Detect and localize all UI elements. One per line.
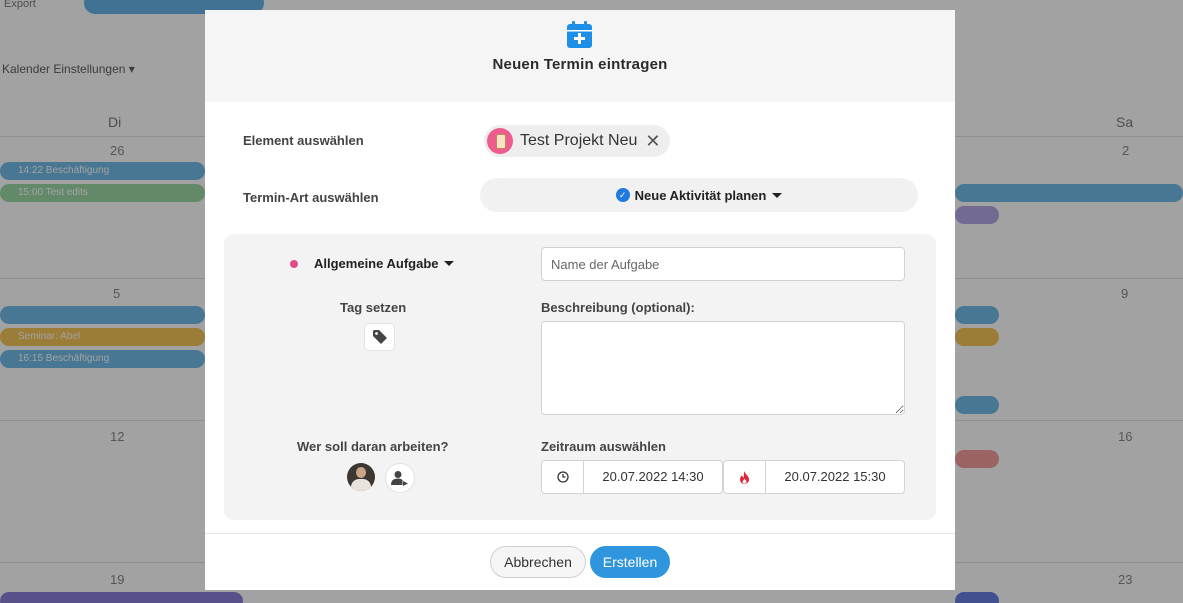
task-panel: Allgemeine Aufgabe Tag setzen Beschreibu… bbox=[224, 234, 936, 520]
tag-icon bbox=[372, 330, 387, 344]
check-circle-icon: ✓ bbox=[615, 188, 630, 202]
element-chip[interactable]: Test Projekt Neu ✕ bbox=[484, 125, 671, 157]
close-icon[interactable]: ✕ bbox=[645, 131, 660, 152]
tag-button[interactable] bbox=[364, 323, 395, 351]
description-label: Beschreibung (optional): bbox=[541, 300, 695, 315]
fire-icon bbox=[724, 461, 766, 493]
description-textarea[interactable] bbox=[541, 321, 905, 415]
appointment-type-value: Neue Aktivität planen bbox=[634, 187, 767, 203]
modal-header: Neuen Termin eintragen bbox=[205, 10, 955, 102]
user-plus-icon bbox=[391, 471, 408, 486]
task-type-dot bbox=[290, 259, 298, 268]
cancel-button[interactable]: Abbrechen bbox=[490, 546, 586, 578]
task-type-label: Allgemeine Aufgabe bbox=[314, 256, 439, 271]
add-user-button[interactable] bbox=[385, 463, 415, 493]
type-label: Termin-Art auswählen bbox=[243, 190, 379, 205]
end-datetime-value: 20.07.2022 15:30 bbox=[784, 469, 886, 484]
calendar-plus-icon bbox=[567, 21, 592, 48]
start-datetime-value: 20.07.2022 14:30 bbox=[602, 469, 704, 484]
chevron-down-icon bbox=[772, 192, 783, 198]
end-datetime[interactable]: 20.07.2022 15:30 bbox=[723, 460, 905, 494]
task-name-input[interactable] bbox=[541, 247, 905, 281]
element-label: Element auswählen bbox=[243, 133, 364, 148]
assignee-label: Wer soll daran arbeiten? bbox=[297, 439, 449, 454]
create-button[interactable]: Erstellen bbox=[590, 546, 670, 578]
new-appointment-modal: Neuen Termin eintragen Element auswählen… bbox=[205, 10, 955, 590]
project-avatar bbox=[487, 128, 513, 154]
modal-title: Neuen Termin eintragen bbox=[492, 56, 668, 73]
start-datetime[interactable]: 20.07.2022 14:30 bbox=[541, 460, 723, 494]
footer-divider bbox=[205, 533, 955, 534]
element-chip-label: Test Projekt Neu bbox=[520, 132, 638, 149]
task-type-select[interactable]: Allgemeine Aufgabe bbox=[290, 256, 455, 271]
chevron-down-icon bbox=[444, 261, 455, 266]
clock-icon bbox=[542, 461, 584, 493]
avatar[interactable] bbox=[347, 463, 375, 491]
tag-label: Tag setzen bbox=[340, 300, 407, 315]
appointment-type-select[interactable]: ✓ Neue Aktivität planen bbox=[480, 178, 918, 212]
period-label: Zeitraum auswählen bbox=[541, 439, 666, 454]
